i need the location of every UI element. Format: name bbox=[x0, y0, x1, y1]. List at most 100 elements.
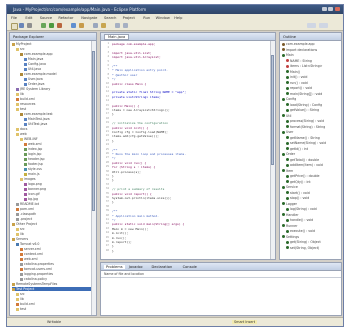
new-package-icon[interactable] bbox=[79, 23, 84, 28]
tree-item[interactable]: style.css bbox=[24, 167, 92, 171]
tree-item[interactable]: icon.gif bbox=[24, 192, 92, 196]
save-icon[interactable] bbox=[19, 23, 24, 28]
outline-item[interactable]: getName() : String bbox=[286, 136, 320, 140]
back-icon[interactable] bbox=[115, 23, 120, 28]
outline-item[interactable]: Logger bbox=[282, 202, 297, 206]
tree-item[interactable]: resources bbox=[16, 102, 92, 106]
forward-icon[interactable] bbox=[123, 23, 128, 28]
outline-item[interactable]: getPrice() : double bbox=[286, 174, 319, 178]
tree-item[interactable]: server.xml bbox=[20, 247, 92, 251]
debug-icon[interactable] bbox=[41, 23, 46, 28]
tree-item[interactable]: index.jsp bbox=[24, 147, 92, 151]
tree-item[interactable]: Test Project bbox=[12, 287, 92, 291]
tree-item[interactable]: context.xml bbox=[20, 252, 92, 256]
menu-refactor[interactable]: Refactor bbox=[58, 16, 73, 20]
tree-item[interactable]: catalina.policy bbox=[20, 277, 92, 281]
tree-item[interactable]: catalina.properties bbox=[20, 262, 92, 266]
outline-item[interactable]: process(String) : void bbox=[286, 119, 324, 123]
outline-item[interactable]: items : List<String> bbox=[286, 64, 322, 68]
outline-item[interactable]: report() : void bbox=[286, 86, 312, 90]
outline-item[interactable]: handle() : void bbox=[286, 218, 313, 222]
menu-run[interactable]: Run bbox=[143, 16, 150, 20]
tab-problems[interactable]: Problems bbox=[104, 264, 125, 269]
tree-item[interactable]: src bbox=[16, 47, 92, 51]
tree-item[interactable]: login.jsp bbox=[24, 152, 92, 156]
tree-item[interactable]: WEB-INF bbox=[20, 137, 92, 141]
tree-item[interactable]: com.example.app bbox=[20, 52, 92, 56]
outline-item[interactable]: Item bbox=[282, 169, 293, 173]
external-tools-icon[interactable] bbox=[57, 23, 62, 28]
tree-item[interactable]: footer.jsp bbox=[24, 162, 92, 166]
outline-item[interactable]: start() : void bbox=[286, 191, 310, 195]
outline-item[interactable]: getTotal() : double bbox=[286, 158, 319, 162]
tree-item[interactable]: User.java bbox=[24, 77, 92, 81]
tree-item[interactable]: pom.xml bbox=[16, 207, 92, 211]
tree-item[interactable]: src bbox=[16, 227, 92, 231]
tree-item[interactable]: Util.java bbox=[24, 67, 92, 71]
outline-item[interactable]: Service bbox=[282, 185, 298, 189]
tree-item[interactable]: Main.java bbox=[24, 57, 92, 61]
tree-item[interactable]: src bbox=[16, 292, 92, 296]
menu-navigate[interactable]: Navigate bbox=[81, 16, 97, 20]
editor-scroll-thumb[interactable] bbox=[271, 55, 274, 165]
outline-item[interactable]: run() : void bbox=[286, 81, 308, 85]
outline-item[interactable]: com.example.app bbox=[282, 42, 315, 46]
new-class-icon[interactable] bbox=[71, 23, 76, 28]
menu-window[interactable]: Window bbox=[156, 16, 170, 20]
tree-item[interactable]: Order.java bbox=[24, 82, 92, 86]
tab-javadoc[interactable]: Javadoc bbox=[129, 265, 143, 269]
run-icon[interactable] bbox=[49, 23, 54, 28]
outline-item[interactable]: User bbox=[282, 130, 293, 134]
tab-console[interactable]: Console bbox=[183, 265, 197, 269]
minimize-icon[interactable] bbox=[322, 7, 327, 11]
editor-scrollbar[interactable] bbox=[270, 41, 275, 259]
tree-item[interactable]: lib bbox=[16, 92, 92, 96]
outline-item[interactable]: format(String) : String bbox=[286, 125, 325, 129]
menu-file[interactable]: File bbox=[11, 16, 17, 20]
menu-help[interactable]: Help bbox=[174, 16, 182, 20]
tree-item[interactable]: docs bbox=[16, 127, 92, 131]
outline-item[interactable]: import declarations bbox=[282, 48, 317, 52]
outline-item[interactable]: Main bbox=[282, 53, 294, 57]
tree-item[interactable]: Config.java bbox=[24, 62, 92, 66]
tree-item[interactable]: JRE System Library bbox=[16, 87, 92, 91]
search-icon[interactable] bbox=[93, 23, 98, 28]
tree-item[interactable]: com.example.test bbox=[20, 112, 92, 116]
outline-item[interactable]: Runner bbox=[282, 224, 297, 228]
tree-item[interactable]: Servers bbox=[12, 237, 92, 241]
outline-item[interactable]: Util bbox=[282, 114, 291, 118]
outline-item[interactable]: Settings bbox=[282, 235, 299, 239]
outline-item[interactable]: getQty() : int bbox=[286, 180, 311, 184]
outline-item[interactable]: setName(String) : void bbox=[286, 141, 326, 145]
open-type-icon[interactable] bbox=[101, 23, 106, 28]
outline-item[interactable]: main(String[]) : void bbox=[286, 92, 322, 96]
menu-edit[interactable]: Edit bbox=[25, 16, 32, 20]
tree-item[interactable]: com.example.model bbox=[20, 72, 92, 76]
tree-item[interactable]: web bbox=[16, 132, 92, 136]
outline-item[interactable]: Handler bbox=[282, 213, 299, 217]
maximize-icon[interactable] bbox=[328, 7, 333, 11]
tree-item[interactable]: .classpath bbox=[16, 212, 92, 216]
tree-item[interactable]: Other Project bbox=[12, 222, 92, 226]
tree-item[interactable]: Tomcat v6.0 bbox=[16, 242, 92, 246]
outline-item[interactable]: stop() : void bbox=[286, 196, 309, 200]
tree-item[interactable]: logo.png bbox=[24, 182, 92, 186]
close-icon[interactable] bbox=[335, 7, 340, 11]
menu-source[interactable]: Source bbox=[40, 16, 52, 20]
tree-item[interactable]: lib bbox=[16, 232, 92, 236]
menu-search[interactable]: Search bbox=[104, 16, 116, 20]
tree-item[interactable]: .project bbox=[16, 217, 92, 221]
tree-item[interactable]: web.xml bbox=[20, 257, 92, 261]
tree-item[interactable]: RemoteSystemsTempFiles bbox=[12, 282, 92, 286]
tree-item[interactable]: MyProject bbox=[12, 42, 92, 46]
explorer-scrollbar[interactable] bbox=[91, 41, 96, 315]
outline-item[interactable]: addItem(Item) : void bbox=[286, 163, 323, 167]
perspective-debug-icon[interactable] bbox=[319, 23, 328, 28]
tree-item[interactable]: logging.properties bbox=[20, 272, 92, 276]
tree-item[interactable]: banner.png bbox=[24, 187, 92, 191]
editor-tab-main[interactable]: Main.java bbox=[104, 33, 130, 40]
tree-item[interactable]: UtilTest.java bbox=[24, 122, 92, 126]
explorer-scroll-thumb[interactable] bbox=[92, 51, 95, 211]
tree-item[interactable]: lib bbox=[16, 297, 92, 301]
tree-item[interactable]: build.xml bbox=[16, 97, 92, 101]
